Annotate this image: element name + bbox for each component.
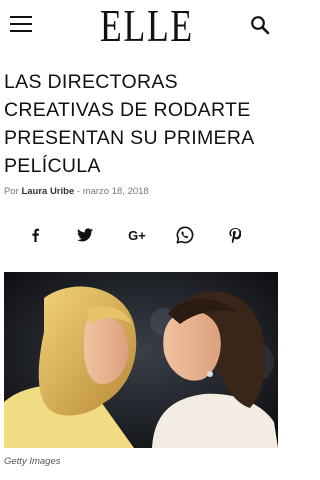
article-title: LAS DIRECTORAS CREATIVAS DE RODARTE PRES… — [4, 71, 254, 177]
publish-date: marzo 18, 2018 — [82, 186, 149, 197]
author-link[interactable]: Laura Uribe — [21, 186, 74, 197]
whatsapp-icon[interactable] — [172, 222, 198, 248]
google-plus-icon[interactable]: G+ — [124, 222, 150, 248]
search-icon[interactable] — [250, 15, 270, 35]
hamburger-menu-icon[interactable] — [10, 16, 32, 34]
site-logo[interactable]: ELLE — [100, 3, 192, 49]
facebook-icon[interactable] — [22, 222, 48, 248]
twitter-icon[interactable] — [72, 222, 98, 248]
site-header: ELLE — [0, 0, 284, 50]
article-byline: Por Laura Uribe - marzo 18, 2018 — [4, 186, 280, 197]
article-photo — [4, 272, 278, 448]
byline-prefix: Por — [4, 186, 19, 197]
byline-separator: - — [76, 186, 81, 197]
share-bar: G+ — [0, 222, 284, 248]
pinterest-icon[interactable] — [222, 222, 248, 248]
photo-caption: Getty Images — [4, 456, 61, 467]
